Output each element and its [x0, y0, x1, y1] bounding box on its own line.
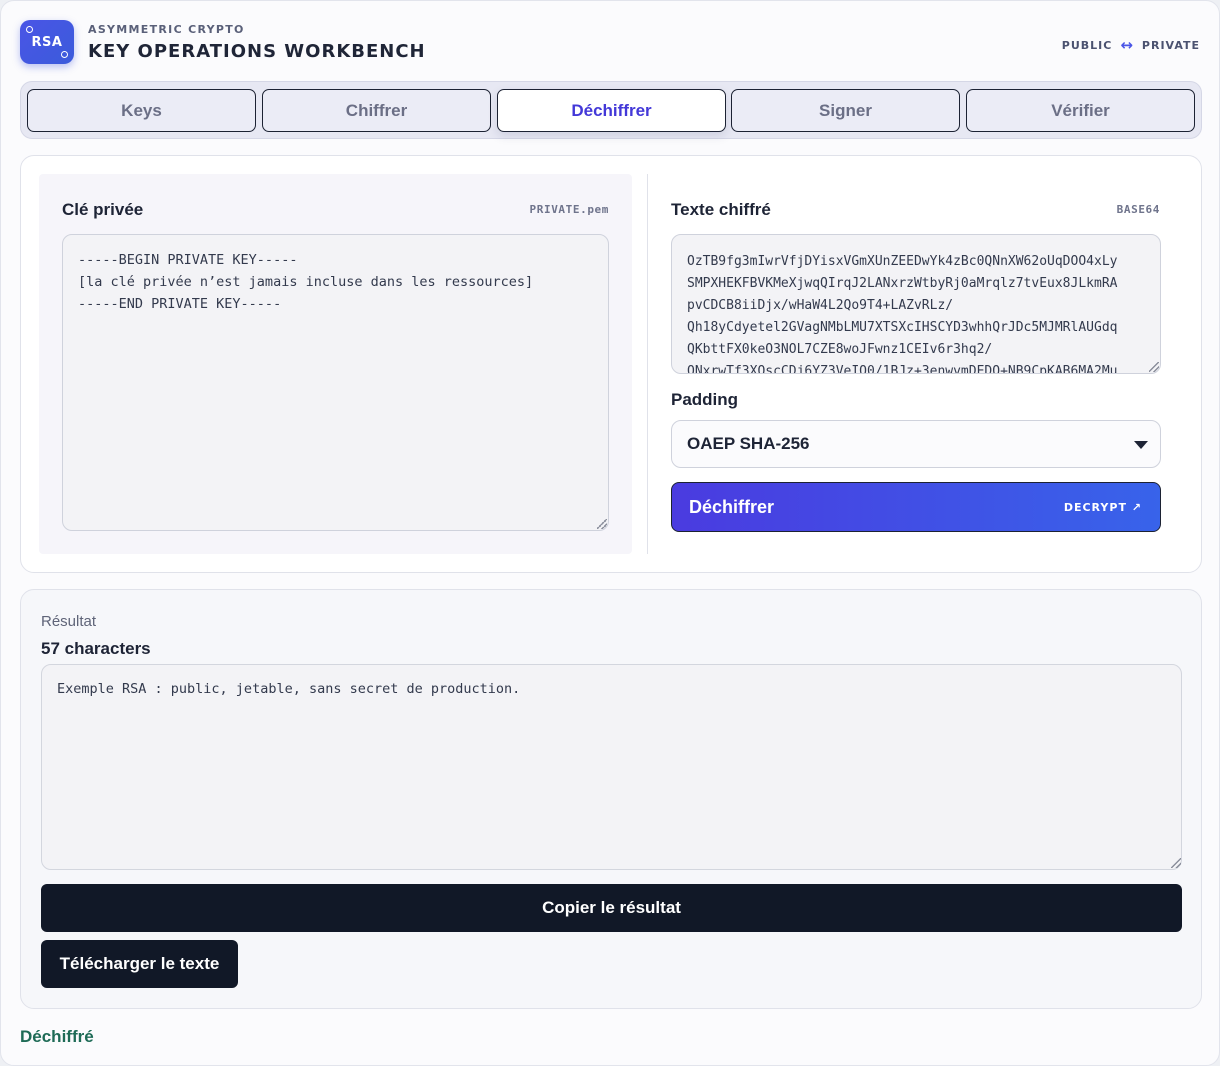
rsa-logo: RSA — [20, 20, 74, 64]
tab-chiffrer[interactable]: Chiffrer — [262, 89, 491, 132]
key-direction-indicator: PUBLIC ↔ PRIVATE — [1062, 36, 1200, 54]
tab-signer[interactable]: Signer — [731, 89, 960, 132]
tab-bar: Keys Chiffrer Déchiffrer Signer Vérifier — [20, 81, 1202, 139]
decrypt-button-label: Déchiffrer — [689, 497, 775, 517]
private-key-tag: PRIVATE.pem — [529, 203, 609, 216]
tab-dechiffrer[interactable]: Déchiffrer — [497, 89, 726, 132]
result-label: Résultat — [41, 613, 97, 630]
private-key-textarea[interactable]: -----BEGIN PRIVATE KEY----- [la clé priv… — [62, 234, 609, 531]
private-key-label: Clé privée — [62, 200, 144, 219]
logo-text: RSA — [31, 34, 63, 50]
tab-keys[interactable]: Keys — [27, 89, 256, 132]
swap-arrows-icon: ↔ — [1120, 36, 1134, 54]
tab-verifier[interactable]: Vérifier — [966, 89, 1195, 132]
result-panel: Résultat 57 characters Exemple RSA : pub… — [20, 589, 1202, 1009]
private-key-pane: Clé privée PRIVATE.pem -----BEGIN PRIVAT… — [39, 174, 632, 554]
result-char-count: 57 characters — [41, 639, 151, 658]
private-label: PRIVATE — [1141, 38, 1200, 52]
decrypt-button-tag: DECRYPT ↗ — [1063, 501, 1142, 514]
app-window: RSA ASYMMETRIC CRYPTO KEY OPERATIONS WOR… — [0, 0, 1220, 1066]
copy-result-button[interactable]: Copier le résultat — [41, 884, 1182, 932]
resize-handle-icon[interactable] — [1171, 858, 1181, 868]
download-text-button[interactable]: Télécharger le texte — [41, 940, 238, 988]
app-title: KEY OPERATIONS WORKBENCH — [88, 41, 426, 62]
resize-handle-icon[interactable] — [597, 519, 607, 529]
padding-label: Padding — [671, 390, 739, 409]
decrypt-button[interactable]: Déchiffrer DECRYPT ↗ — [671, 482, 1161, 532]
padding-selected-value: OAEP SHA-256 — [687, 434, 810, 453]
resize-handle-icon[interactable] — [1149, 362, 1159, 372]
app-eyebrow: ASYMMETRIC CRYPTO — [88, 23, 245, 36]
status-message: Déchiffré — [20, 1027, 94, 1046]
result-textarea[interactable]: Exemple RSA : public, jetable, sans secr… — [41, 664, 1182, 870]
chevron-down-icon — [1134, 441, 1148, 449]
decrypt-panel: Clé privée PRIVATE.pem -----BEGIN PRIVAT… — [20, 155, 1202, 573]
ciphertext-label: Texte chiffré — [671, 200, 771, 219]
padding-select[interactable]: OAEP SHA-256 — [671, 420, 1161, 468]
key-node-icon — [61, 51, 68, 58]
public-label: PUBLIC — [1061, 38, 1113, 52]
pane-divider — [647, 174, 648, 554]
header: RSA ASYMMETRIC CRYPTO KEY OPERATIONS WOR… — [20, 20, 1200, 66]
ciphertext-textarea[interactable]: OzTB9fg3mIwrVfjDYisxVGmXUnZEEDwYk4zBc0QN… — [671, 234, 1161, 374]
ciphertext-tag: BASE64 — [1116, 203, 1160, 216]
key-node-icon — [26, 26, 33, 33]
